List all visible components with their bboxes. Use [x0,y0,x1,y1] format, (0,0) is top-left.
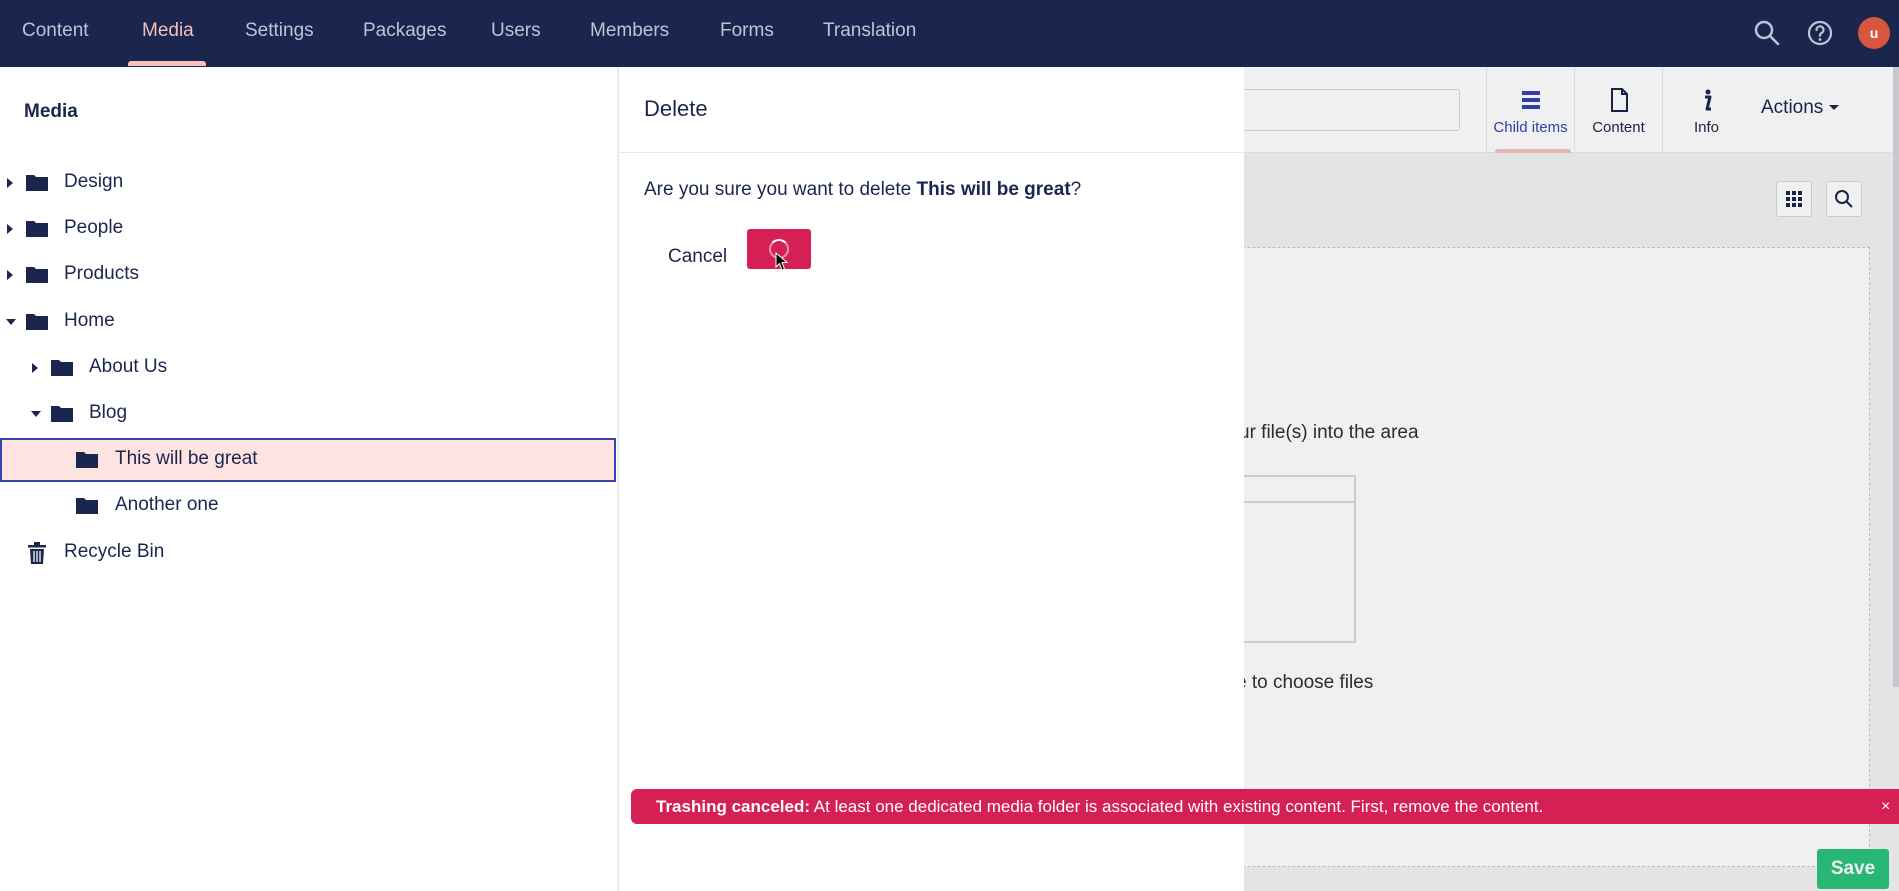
top-navigation-bar: Content Media Settings Packages Users Me… [0,0,1899,67]
trash-icon [28,542,46,564]
tree-item-label: Blog [89,402,128,423]
tree-item-another-one[interactable]: Another one [0,485,616,529]
tree-item-label: Home [64,310,115,331]
folder-icon [51,406,73,422]
folder-icon [26,267,48,283]
delete-dialog: Delete Are you sure you want to delete T… [618,67,1245,891]
nav-settings[interactable]: Settings [245,0,314,67]
folder-icon [51,360,73,376]
user-avatar[interactable]: u [1858,17,1890,49]
help-icon[interactable] [1805,18,1835,48]
chevron-right-icon[interactable] [32,363,38,373]
notification-message: At least one dedicated media folder is a… [810,797,1544,816]
tree-item-people[interactable]: People [0,208,616,252]
tree-item-label: Products [64,263,139,284]
nav-forms[interactable]: Forms [720,0,774,67]
tree-item-home[interactable]: Home [0,301,616,345]
tree-item-label: Design [64,171,124,192]
active-nav-indicator [128,61,206,66]
tree-item-label: People [64,217,124,238]
dialog-title: Delete [644,96,708,121]
delete-confirmation-text: Are you sure you want to delete This wil… [644,179,1081,201]
error-notification: Trashing canceled: At least one dedicate… [631,789,1899,824]
tree-item-label: Recycle Bin [64,541,165,562]
media-tree: Media Design People Products Home About … [0,67,618,891]
tree-item-label: Another one [115,494,219,515]
close-icon[interactable]: × [1881,789,1895,824]
chevron-down-icon[interactable] [31,411,41,417]
item-name: This will be great [916,179,1071,200]
tree-item-about-us[interactable]: About Us [0,347,616,391]
folder-icon [26,175,48,191]
chevron-down-icon[interactable] [6,319,16,325]
scrollbar[interactable] [1893,67,1899,687]
tree-item-recycle-bin[interactable]: Recycle Bin [0,532,616,576]
tree-item-design[interactable]: Design [0,162,616,206]
question-prefix: Are you sure you want to delete [644,179,917,200]
nav-packages[interactable]: Packages [363,0,446,67]
folder-icon [76,452,98,468]
nav-media[interactable]: Media [142,0,194,67]
nav-content[interactable]: Content [22,0,89,67]
folder-icon [26,221,48,237]
notification-title: Trashing canceled: [656,797,810,816]
nav-members[interactable]: Members [590,0,669,67]
tree-item-this-will-be-great[interactable]: This will be great [0,438,616,482]
tree-item-products[interactable]: Products [0,254,616,298]
tree-item-blog[interactable]: Blog [0,393,616,437]
mouse-cursor-icon [775,252,789,271]
cancel-button[interactable]: Cancel [668,237,727,277]
question-suffix: ? [1070,179,1082,200]
tree-title: Media [24,101,78,122]
tree-item-label: This will be great [115,448,258,469]
dialog-header: Delete [619,67,1245,153]
nav-users[interactable]: Users [491,0,541,67]
chevron-right-icon[interactable] [7,178,13,188]
chevron-right-icon[interactable] [7,224,13,234]
folder-icon [26,314,48,330]
search-icon[interactable] [1752,18,1782,48]
folder-icon [76,498,98,514]
chevron-right-icon[interactable] [7,270,13,280]
tree-item-label: About Us [89,356,168,377]
nav-translation[interactable]: Translation [823,0,916,67]
